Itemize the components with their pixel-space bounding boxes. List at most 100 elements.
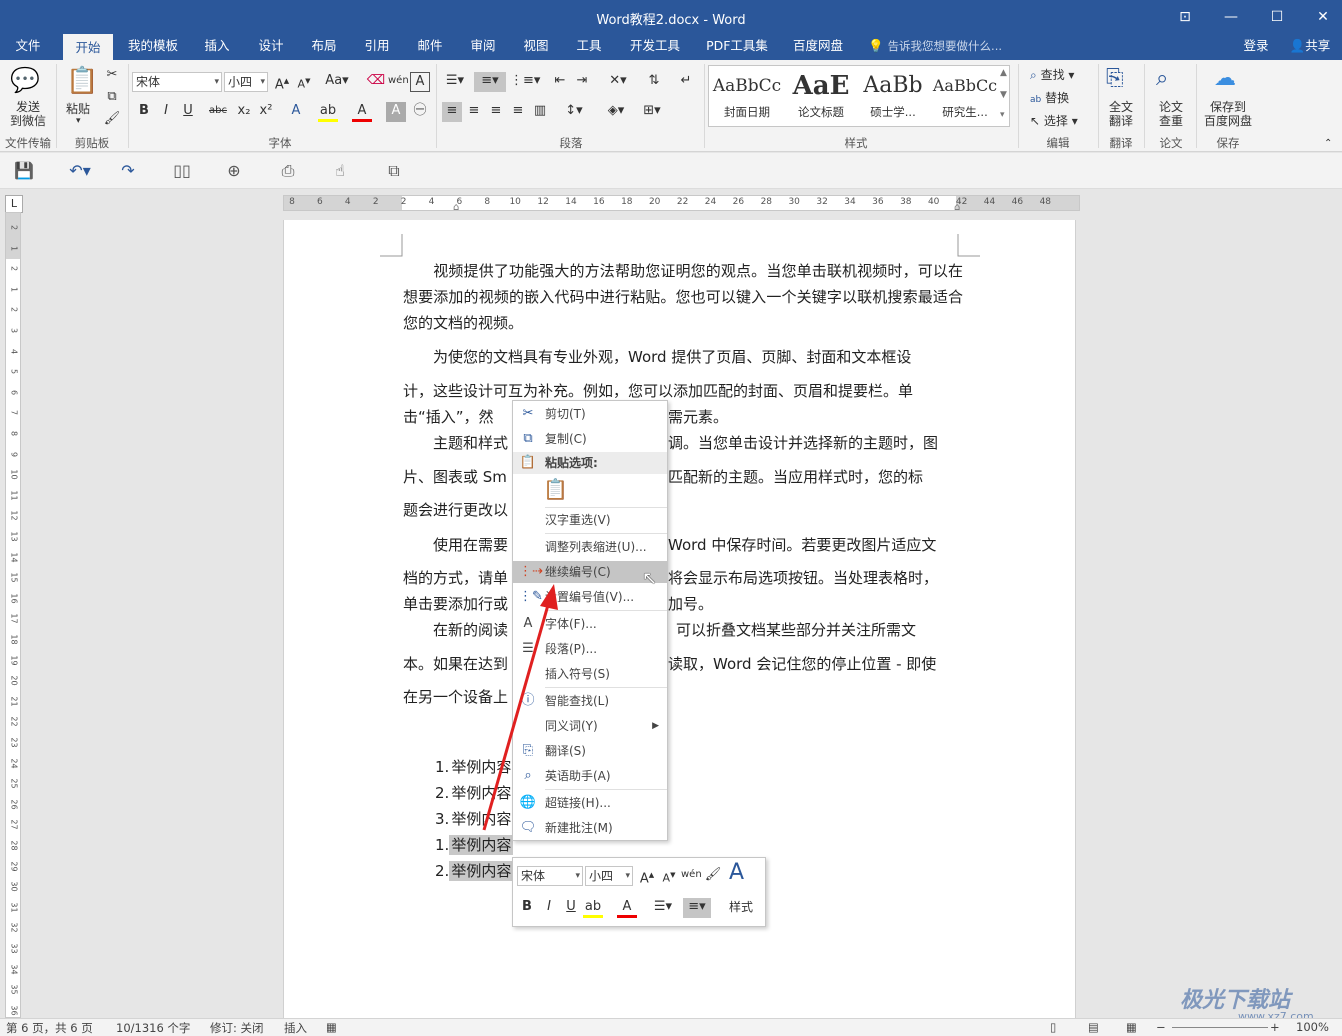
- style-graduate[interactable]: AaBbCc 研究生...: [929, 66, 1001, 126]
- shading-icon[interactable]: ◈▾: [602, 102, 630, 122]
- paragraph-4-line1[interactable]: 使用在需要: [403, 532, 513, 558]
- tab-view[interactable]: 视图: [516, 34, 556, 60]
- undo-icon[interactable]: ↶▾: [62, 161, 98, 180]
- paragraph-3-line3[interactable]: 题会进行更改以: [403, 497, 513, 523]
- paragraph-4-line3-tail[interactable]: 加号。: [668, 591, 748, 617]
- numbering-icon[interactable]: ≡▾: [683, 898, 711, 918]
- superscript-icon[interactable]: x²: [256, 102, 276, 122]
- chevron-down-icon[interactable]: ▾: [76, 116, 81, 126]
- ribbon-display-icon[interactable]: ⊡: [1170, 6, 1200, 28]
- tab-templates[interactable]: 我的模板: [120, 34, 186, 60]
- bullets-icon[interactable]: ☰▾: [649, 898, 677, 918]
- paragraph-5-line2-tail[interactable]: 读取，Word 会记住您的停止位置 - 即使: [668, 651, 958, 677]
- login-link[interactable]: 登录: [1236, 34, 1276, 60]
- bold-icon[interactable]: B: [134, 102, 154, 122]
- borders-icon[interactable]: ⊞▾: [638, 102, 666, 122]
- paragraph-1[interactable]: 视频提供了功能强大的方法帮助您证明您的观点。当您单击联机视频时，可以在想要添加的…: [403, 258, 963, 336]
- tab-baidu[interactable]: 百度网盘: [786, 34, 850, 60]
- close-button[interactable]: ✕: [1308, 6, 1338, 28]
- right-indent-icon[interactable]: ⌂: [954, 202, 960, 213]
- multilevel-list-icon[interactable]: ⋮≡▾: [510, 72, 540, 92]
- style-cover-date[interactable]: AaBbCc 封面日期: [711, 66, 783, 126]
- paragraph-3-line1-tail[interactable]: 调。当您单击设计并选择新的主题时，图: [668, 430, 958, 456]
- paragraph-3-line2[interactable]: 片、图表或 Sm: [403, 464, 513, 490]
- align-right-icon[interactable]: ≡: [486, 102, 506, 122]
- tab-selector[interactable]: L: [5, 195, 23, 213]
- paper-check-icon[interactable]: ⌕: [1156, 66, 1168, 91]
- grow-font-icon[interactable]: A▲: [272, 72, 292, 92]
- char-border-icon[interactable]: A: [410, 72, 430, 92]
- tab-home[interactable]: 开始: [63, 34, 113, 60]
- pinyin-icon[interactable]: wén: [681, 866, 702, 886]
- style-master[interactable]: AaBb 硕士学...: [857, 66, 929, 126]
- macro-icon[interactable]: ▦: [326, 1020, 337, 1034]
- zoom-in-icon[interactable]: +: [1270, 1020, 1280, 1034]
- shrink-font-icon[interactable]: A▼: [659, 866, 679, 886]
- bold-icon[interactable]: B: [517, 898, 537, 918]
- tab-file[interactable]: 文件: [6, 34, 50, 60]
- scroll-down-icon[interactable]: ▼: [1000, 90, 1007, 100]
- redo-icon[interactable]: ↷: [116, 161, 140, 180]
- track-changes[interactable]: 修订: 关闭: [210, 1020, 264, 1036]
- paragraph-4-line1-tail[interactable]: Word 中保存时间。若要更改图片适应文: [668, 532, 958, 558]
- vertical-ruler[interactable]: 2 1 2 1 2 3 4 5 6 7 8 9 10 11 12 13 14 15 16 17 18 19 20 21 22 23…: [5, 212, 21, 1018]
- page-count[interactable]: 第 6 页，共 6 页: [6, 1020, 93, 1036]
- distribute-icon[interactable]: ▥: [530, 102, 550, 122]
- save-icon[interactable]: 💾: [12, 161, 36, 180]
- change-case-icon[interactable]: Aa▾: [324, 72, 350, 92]
- justify-icon[interactable]: ≡: [508, 102, 528, 122]
- align-center-icon[interactable]: ≡: [464, 102, 484, 122]
- expand-gallery-icon[interactable]: ▾: [1000, 110, 1005, 120]
- align-left-icon[interactable]: ≡: [442, 102, 462, 122]
- paragraph-2-line3[interactable]: 击“插入”，然: [403, 404, 513, 430]
- chinese-layout-icon[interactable]: ✕▾: [604, 72, 632, 92]
- word-count[interactable]: 10/1316 个字: [116, 1020, 190, 1036]
- zoom-slider[interactable]: [1172, 1027, 1268, 1028]
- save-baidu-button[interactable]: 保存到 百度网盘: [1200, 100, 1256, 128]
- tab-pdf-tools[interactable]: PDF工具集: [700, 34, 774, 60]
- format-painter-icon[interactable]: 🖌: [102, 110, 122, 130]
- decrease-indent-icon[interactable]: ⇤: [550, 72, 570, 92]
- font-name-combo[interactable]: 宋体: [132, 72, 222, 92]
- underline-icon[interactable]: U: [178, 102, 198, 122]
- paragraph-5-line1-tail[interactable]: 可以折叠文档某些部分并关注所需文: [676, 617, 956, 643]
- share-button[interactable]: 👤共享: [1282, 34, 1338, 60]
- subscript-icon[interactable]: x₂: [234, 102, 254, 122]
- print-layout-icon[interactable]: ▤: [1088, 1020, 1099, 1034]
- customize-qat-icon[interactable]: ⧉: [382, 161, 406, 181]
- menu-item-adjust-indent[interactable]: 调整列表缩进(U)...: [513, 536, 667, 558]
- zoom-level[interactable]: 100%: [1296, 1020, 1329, 1034]
- indent-marker-icon[interactable]: ⌂: [453, 202, 459, 213]
- strikethrough-icon[interactable]: abc: [208, 102, 228, 122]
- paragraph-2-line3-tail[interactable]: 需元素。: [668, 404, 748, 430]
- cut-icon[interactable]: ✂: [102, 66, 122, 86]
- clipboard-icon[interactable]: 📋: [66, 66, 98, 96]
- enclose-char-icon[interactable]: ㊀: [410, 102, 430, 122]
- read-mode-icon[interactable]: ▯: [1050, 1020, 1056, 1034]
- tab-references[interactable]: 引用: [357, 34, 397, 60]
- sort-icon[interactable]: ⇅: [644, 72, 664, 92]
- paragraph-3-line2-tail[interactable]: 匹配新的主题。当应用样式时，您的标: [668, 464, 958, 490]
- styles-icon[interactable]: A: [729, 860, 744, 885]
- italic-icon[interactable]: I: [156, 102, 176, 122]
- paragraph-2-line1[interactable]: 为使您的文档具有专业外观，Word 提供了页眉、页脚、封面和文本框设: [403, 344, 963, 370]
- tab-mailings[interactable]: 邮件: [410, 34, 450, 60]
- print-preview-icon[interactable]: ⎙: [276, 161, 300, 181]
- translate-icon[interactable]: ⎘: [1106, 66, 1124, 91]
- cloud-icon[interactable]: ☁: [1214, 66, 1236, 91]
- horizontal-ruler[interactable]: 8 6 4 2 2 4 6 8 10 12 14 16 18 20 22 24 26 28 30 32 34 36 38 40…: [283, 195, 1080, 213]
- increase-indent-icon[interactable]: ⇥: [572, 72, 592, 92]
- highlight-icon[interactable]: ab: [318, 102, 338, 122]
- styles-button[interactable]: 样式: [729, 898, 753, 915]
- shrink-font-icon[interactable]: A▼: [294, 72, 314, 92]
- bullets-icon[interactable]: ☰▾: [442, 72, 468, 92]
- tab-tools[interactable]: 工具: [569, 34, 609, 60]
- italic-icon[interactable]: I: [539, 898, 559, 918]
- tab-developer[interactable]: 开发工具: [622, 34, 688, 60]
- mini-size-combo[interactable]: 小四: [585, 866, 633, 886]
- minimize-button[interactable]: —: [1216, 6, 1246, 28]
- text-effects-icon[interactable]: A: [286, 102, 306, 122]
- touch-mode-icon[interactable]: ☝: [328, 161, 352, 180]
- tab-review[interactable]: 审阅: [463, 34, 503, 60]
- font-color-icon[interactable]: A: [352, 102, 372, 122]
